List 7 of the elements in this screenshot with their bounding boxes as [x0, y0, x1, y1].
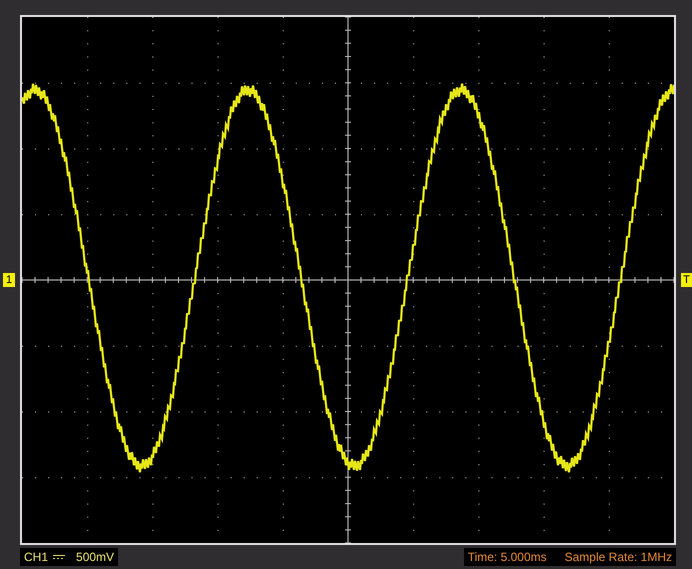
volts-per-division: 500mV	[76, 550, 114, 564]
sample-rate-label: Sample Rate: 1MHz	[564, 550, 672, 564]
dc-coupling-icon	[53, 554, 66, 560]
channel-marker[interactable]: 1	[3, 273, 15, 287]
timebase-label: Time: 5.000ms	[468, 550, 547, 564]
channel-name: CH1	[24, 550, 48, 564]
trigger-marker[interactable]: T	[681, 273, 692, 287]
